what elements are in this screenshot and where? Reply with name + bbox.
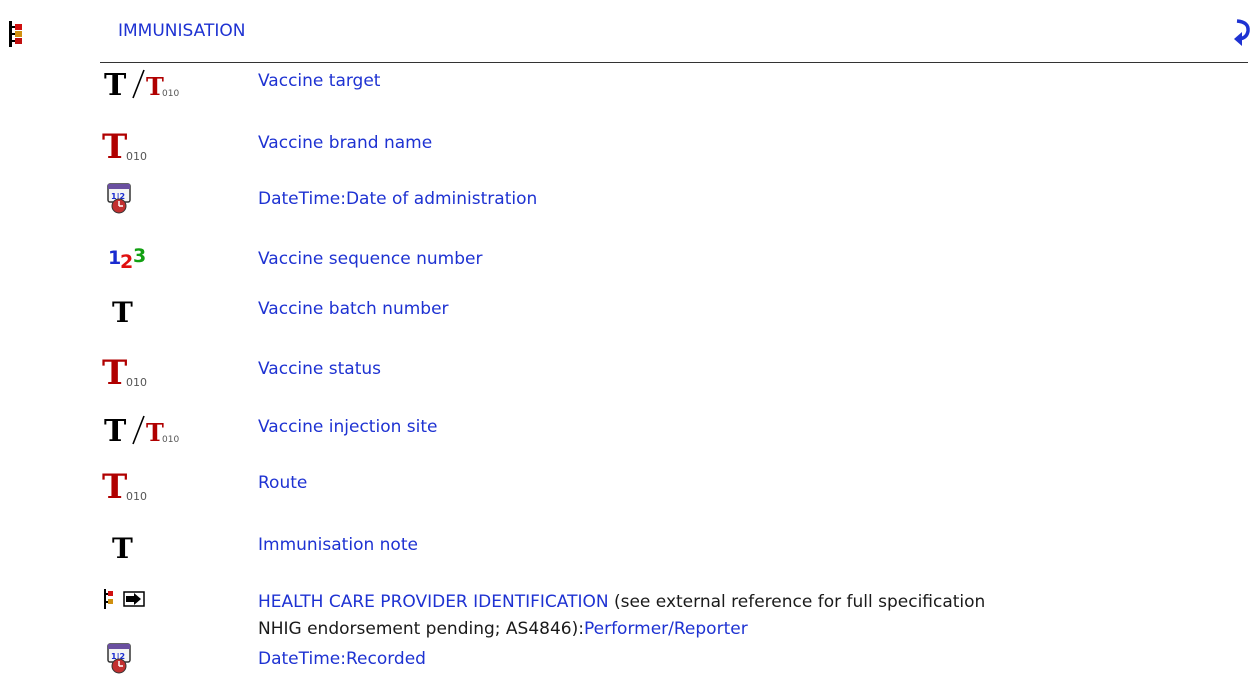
element-link[interactable]: Vaccine target — [258, 71, 380, 91]
coded-subscript: 010 — [126, 376, 147, 389]
coded-subscript: 010 — [162, 89, 179, 99]
datetime-calendar-clock-icon: 1|2 — [100, 180, 240, 220]
reference-note-line2: NHIG endorsement pending; AS4846): — [258, 619, 584, 639]
text-icon: T — [100, 290, 240, 330]
slot-link[interactable]: Performer/Reporter — [584, 619, 748, 639]
coded-subscript: 010 — [126, 490, 147, 503]
archetype-element-row: T 010 Route — [100, 464, 1240, 507]
count-digit-2: 2 — [120, 251, 133, 273]
element-link[interactable]: Route — [258, 473, 307, 493]
archetype-element-row: T Vaccine batch number — [100, 290, 1240, 330]
text-T-glyph: T — [104, 414, 127, 448]
element-link[interactable]: DateTime:Date of administration — [258, 189, 537, 209]
text-T-glyph: T — [112, 296, 133, 329]
cluster-link[interactable]: HEALTH CARE PROVIDER IDENTIFICATION — [258, 592, 609, 612]
archetype-element-row: T T 010 Vaccine target — [100, 62, 1240, 103]
hierarchy-tree-icon — [9, 21, 22, 47]
element-link[interactable]: Vaccine brand name — [258, 133, 432, 153]
archetype-element-row: T 010 Vaccine brand name — [100, 124, 1240, 167]
row-text: Vaccine sequence number — [258, 246, 482, 273]
row-text: HEALTH CARE PROVIDER IDENTIFICATION (see… — [258, 589, 985, 643]
element-link[interactable]: Vaccine batch number — [258, 299, 449, 319]
coded-subscript: 010 — [126, 150, 147, 163]
page-title[interactable]: IMMUNISATION — [118, 21, 245, 41]
row-text: Vaccine batch number — [258, 296, 449, 323]
row-text: DateTime:Recorded — [258, 646, 426, 673]
coded-T-glyph: T — [102, 353, 127, 390]
coded-text-icon: T 010 — [100, 464, 240, 507]
count-digit-3: 3 — [133, 245, 146, 267]
element-link[interactable]: Immunisation note — [258, 535, 418, 555]
coded-T-glyph: T — [102, 127, 127, 164]
coded-subscript: 010 — [162, 435, 179, 445]
element-link[interactable]: Vaccine status — [258, 359, 381, 379]
element-link[interactable]: Vaccine injection site — [258, 417, 437, 437]
text-T-glyph: T — [104, 68, 127, 102]
reference-note: (see external reference for full specifi… — [608, 592, 986, 612]
text-or-coded-text-icon: T T 010 — [100, 408, 240, 449]
element-link[interactable]: DateTime:Recorded — [258, 649, 426, 669]
coded-T-glyph: T — [102, 467, 127, 504]
text-T-glyph: T — [112, 532, 133, 565]
archetype-element-row: HEALTH CARE PROVIDER IDENTIFICATION (see… — [100, 583, 1240, 639]
archetype-element-row: 1|2 DateTime:Recorded — [100, 640, 1240, 680]
text-or-coded-text-icon: T T 010 — [100, 62, 240, 103]
row-text: Vaccine injection site — [258, 414, 437, 441]
archetype-element-row: 1|2 DateTime:Date of administration — [100, 180, 1240, 220]
coded-text-icon: T 010 — [100, 350, 240, 393]
count-123-icon: 1 2 3 — [100, 240, 240, 280]
row-text: Immunisation note — [258, 532, 418, 559]
element-link[interactable]: Vaccine sequence number — [258, 249, 482, 269]
curved-arrow-return-icon[interactable] — [1232, 18, 1252, 50]
row-text: DateTime:Date of administration — [258, 186, 537, 213]
archetype-element-row: 1 2 3 Vaccine sequence number — [100, 240, 1240, 280]
archetype-element-row: T Immunisation note — [100, 526, 1240, 566]
row-text: Vaccine brand name — [258, 130, 432, 157]
archetype-element-row: T T 010 Vaccine injection site — [100, 408, 1240, 449]
text-icon: T — [100, 526, 240, 566]
row-text: Vaccine status — [258, 356, 381, 383]
cluster-slot-icon — [100, 583, 240, 623]
datetime-calendar-clock-icon: 1|2 — [100, 640, 240, 680]
row-text: Route — [258, 470, 307, 497]
row-text: Vaccine target — [258, 68, 380, 95]
coded-text-icon: T 010 — [100, 124, 240, 167]
archetype-element-row: T 010 Vaccine status — [100, 350, 1240, 393]
